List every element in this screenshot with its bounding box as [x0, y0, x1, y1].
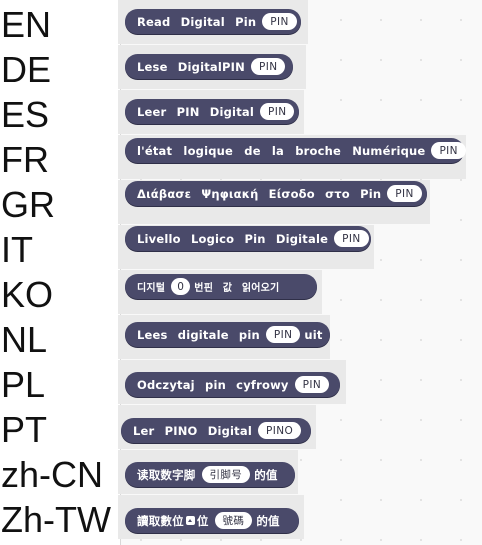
lang-label-ko: KO [1, 274, 54, 315]
lang-label-zh-tw: Zh-TW [1, 499, 111, 540]
lang-label-pl: PL [1, 364, 46, 405]
read-digital-pin-block-pt[interactable]: Ler PINO Digital PINO [121, 418, 311, 443]
lang-label-nl: NL [1, 319, 48, 360]
read-digital-pin-block-fr[interactable]: l'état logique de la broche Numérique PI… [125, 138, 466, 163]
pin-input[interactable]: PINO [257, 422, 302, 439]
block-label-mid: 位 [196, 513, 209, 528]
pin-input[interactable]: 號碼 [214, 512, 253, 529]
lang-label-fr: FR [1, 139, 49, 180]
block-label-suffix: 的值 [254, 467, 278, 482]
pin-input[interactable]: PIN [294, 376, 330, 393]
lang-label-zh-cn: zh-CN [1, 454, 104, 495]
block-label: 读取数字脚 [137, 467, 196, 482]
block-label: Livello Logico Pin Digitale [137, 231, 329, 246]
block-label: Lees digitale pin [137, 327, 260, 342]
lang-label-gr: GR [1, 184, 55, 225]
pin-input[interactable]: PIN [387, 185, 422, 202]
block-label: Read Digital Pin [137, 14, 257, 29]
lang-label-es: ES [1, 94, 50, 135]
block-label: Ler PINO Digital [133, 423, 252, 438]
lang-label-de: DE [1, 49, 52, 90]
block-label: Leer PIN Digital [137, 104, 254, 119]
read-digital-pin-block-it[interactable]: Livello Logico Pin Digitale PIN [125, 226, 371, 251]
lang-label-en: EN [1, 4, 52, 45]
read-digital-pin-block-pl[interactable]: Odczytaj pin cyfrowy PIN [125, 372, 340, 397]
block-label: 讀取數位 [137, 513, 184, 528]
pin-input[interactable]: 引脚号 [201, 466, 251, 483]
read-digital-pin-block-zh-cn[interactable]: 读取数字脚 引脚号 的值 [125, 462, 295, 487]
pin-input[interactable]: PIN [431, 142, 466, 159]
lang-label-it: IT [1, 229, 33, 270]
lang-label-pt: PT [1, 409, 48, 450]
block-label-suffix: 的值 [256, 513, 280, 528]
read-digital-pin-block-es[interactable]: Leer PIN Digital PIN [125, 99, 299, 124]
language-label-column: EN DE ES FR GR IT KO NL PL PT zh-CN Zh-T… [0, 0, 121, 545]
pin-input[interactable]: PIN [250, 58, 286, 75]
read-digital-pin-block-en[interactable]: Read Digital Pin PIN [125, 9, 301, 34]
read-digital-pin-block-zh-tw[interactable]: 讀取數位 位 號碼 的值 [125, 508, 299, 533]
block-label: l'état logique de la broche Numérique [137, 143, 426, 158]
block-label: 디지털 [137, 283, 166, 294]
block-label: Διάβασε Ψηφιακή Είσοδο στο Pin [137, 186, 382, 201]
block-label: Odczytaj pin cyfrowy [137, 377, 289, 392]
read-digital-pin-block-nl[interactable]: Lees digitale pin PIN uit [125, 322, 330, 347]
dropdown-arrow-icon[interactable] [185, 516, 195, 525]
read-digital-pin-block-gr[interactable]: Διάβασε Ψηφιακή Είσοδο στο Pin PIN [125, 181, 427, 206]
pin-input[interactable]: 0 [171, 278, 191, 295]
read-digital-pin-block-de[interactable]: Lese DigitalPIN PIN [125, 54, 293, 79]
block-label: Lese DigitalPIN [137, 59, 245, 74]
pin-input[interactable]: PIN [334, 230, 369, 247]
pin-input[interactable]: PIN [262, 13, 297, 30]
read-digital-pin-block-ko[interactable]: 디지털 0 번핀 값 읽어오기 [125, 274, 317, 299]
pin-input[interactable]: PIN [260, 103, 295, 120]
block-label-suffix: 번핀 값 읽어오기 [194, 283, 280, 294]
pin-input[interactable]: PIN [265, 326, 301, 343]
block-label-suffix: uit [304, 327, 323, 342]
